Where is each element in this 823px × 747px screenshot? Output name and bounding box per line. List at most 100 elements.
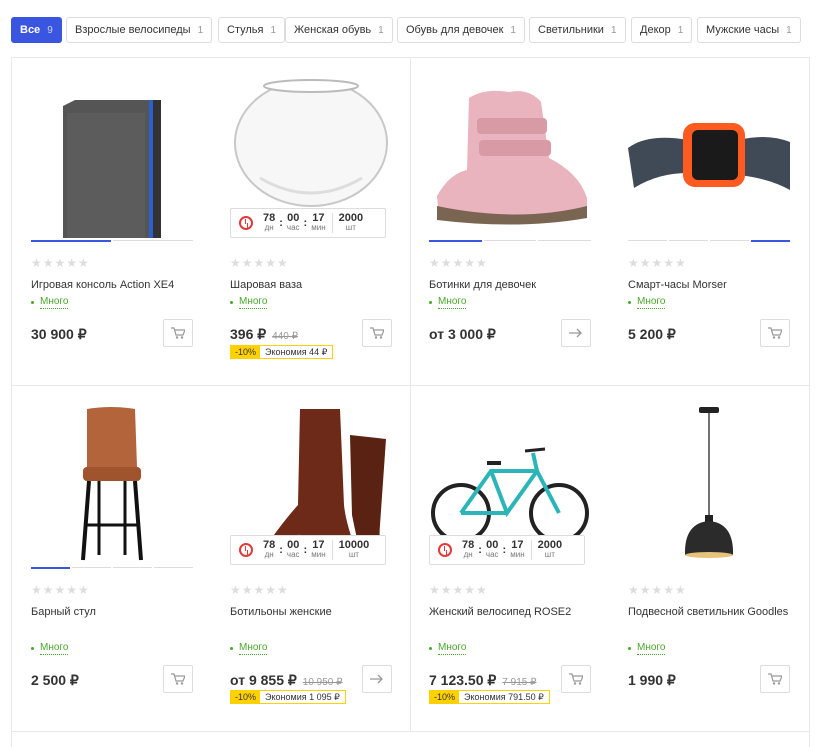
product-card[interactable]: 78 дн: 00 час: 17 мин 2000 шт ★★★★★ Шаровая … [211, 58, 411, 386]
game-console-icon[interactable] [31, 78, 193, 238]
tab-label: Все [20, 24, 41, 36]
stock-status[interactable]: Много [230, 296, 268, 309]
rating-stars: ★★★★★ [429, 256, 488, 270]
product-name[interactable]: Барный стул [31, 603, 201, 621]
countdown-timer: 78 дн: 00 час: 17 мин 10000 шт [230, 535, 386, 565]
stock-status[interactable]: Много [628, 642, 666, 655]
pendant-lamp-icon[interactable] [628, 405, 790, 565]
clock-icon [438, 543, 452, 557]
product-card[interactable]: 78 дн: 00 час: 17 мин 10000 шт ★★★★★ Ботильо… [211, 385, 411, 713]
tab-decor[interactable]: Декор 1 [631, 17, 693, 43]
product-card[interactable]: ★★★★★ Подвесной светильник Goodles Много… [609, 385, 809, 713]
rating-stars: ★★★★★ [628, 256, 687, 270]
stock-status[interactable]: Много [429, 296, 467, 309]
product-name[interactable]: Шаровая ваза [230, 276, 400, 294]
tab-lamps[interactable]: Светильники 1 [529, 17, 626, 43]
discount-badge: -10% Экономия 44 ₽ [230, 345, 334, 359]
product-name[interactable]: Женский велосипед ROSE2 [429, 603, 599, 621]
image-slider-dots[interactable] [31, 567, 193, 569]
product-name[interactable]: Ботильоны женские [230, 603, 400, 621]
tab-count: 1 [270, 24, 277, 36]
product-price: 396 ₽440 ₽ [230, 326, 298, 342]
rating-stars: ★★★★★ [31, 583, 90, 597]
product-price: 7 123.50 ₽7 915 ₽ [429, 672, 537, 688]
bar-stool-icon[interactable] [31, 405, 193, 565]
stock-status[interactable]: Много [230, 642, 268, 655]
cart-icon [171, 327, 185, 339]
arrow-right-icon [370, 674, 383, 684]
boot-icon[interactable] [429, 78, 591, 238]
image-slider-dots[interactable] [429, 240, 592, 242]
tab-mens-watches[interactable]: Мужские часы 1 [697, 17, 801, 43]
stock-status[interactable]: Много [429, 642, 467, 655]
tab-count: 1 [197, 24, 204, 36]
countdown-timer: 78 дн: 00 час: 17 мин 2000 шт [429, 535, 585, 565]
catalog-page: Все 9 Взрослые велосипеды 1 Стулья 1 Женска… [0, 0, 823, 747]
tab-label: Женская обувь [294, 24, 372, 36]
rating-stars: ★★★★★ [628, 583, 687, 597]
tab-adult-bicycles[interactable]: Взрослые велосипеды 1 [66, 17, 213, 43]
product-card[interactable]: ★★★★★ Игровая консоль Action XE4 Много 3… [12, 58, 212, 386]
product-price: 30 900 ₽ [31, 326, 87, 342]
product-price: от 9 855 ₽10 950 ₽ [230, 672, 343, 688]
tab-chairs[interactable]: Стулья 1 [218, 17, 286, 43]
product-card[interactable]: ★★★★★ Барный стул Много 2 500 ₽ [12, 385, 212, 713]
countdown-timer: 78 дн: 00 час: 17 мин 2000 шт [230, 208, 386, 238]
cart-icon [171, 673, 185, 685]
add-to-cart-button[interactable] [561, 665, 591, 693]
old-price: 7 915 ₽ [502, 677, 537, 688]
old-price: 10 950 ₽ [302, 677, 343, 688]
product-price: 1 990 ₽ [628, 672, 676, 688]
stock-status[interactable]: Много [31, 642, 69, 655]
view-options-button[interactable] [561, 319, 591, 347]
product-card[interactable]: 78 дн: 00 час: 17 мин 2000 шт ★★★★★ Женский … [410, 385, 610, 713]
stock-status[interactable]: Много [628, 296, 666, 309]
tab-label: Мужские часы [706, 24, 780, 36]
rating-stars: ★★★★★ [429, 583, 488, 597]
add-to-cart-button[interactable] [760, 665, 790, 693]
add-to-cart-button[interactable] [163, 665, 193, 693]
tab-label: Стулья [227, 24, 264, 36]
grid-divider [12, 731, 809, 732]
product-price: от 3 000 ₽ [429, 326, 496, 342]
product-grid: ★★★★★ Игровая консоль Action XE4 Много 3… [11, 57, 810, 747]
add-to-cart-button[interactable] [760, 319, 790, 347]
old-price: 440 ₽ [272, 331, 298, 342]
cart-icon [569, 673, 583, 685]
product-card[interactable]: ★★★★★ Ботинки для девочек Много от 3 000… [410, 58, 610, 386]
image-slider-dots[interactable] [628, 240, 790, 242]
product-price: 2 500 ₽ [31, 672, 79, 688]
view-options-button[interactable] [362, 665, 392, 693]
product-name[interactable]: Ботинки для девочек [429, 276, 599, 294]
tab-womens-shoes[interactable]: Женская обувь 1 [285, 17, 393, 43]
tab-label: Взрослые велосипеды [75, 24, 191, 36]
tab-label: Декор [640, 24, 671, 36]
cart-icon [768, 327, 782, 339]
discount-badge: -10% Экономия 1 095 ₽ [230, 690, 346, 704]
stock-status[interactable]: Много [31, 296, 69, 309]
rating-stars: ★★★★★ [230, 583, 289, 597]
product-name[interactable]: Смарт-часы Morser [628, 276, 798, 294]
tab-count: 1 [378, 24, 384, 36]
rating-stars: ★★★★★ [230, 256, 289, 270]
product-name[interactable]: Игровая консоль Action XE4 [31, 276, 201, 294]
cart-icon [768, 673, 782, 685]
clock-icon [239, 216, 253, 230]
tab-label: Светильники [538, 24, 604, 36]
product-price: 5 200 ₽ [628, 326, 676, 342]
add-to-cart-button[interactable] [163, 319, 193, 347]
smartwatch-icon[interactable] [628, 78, 790, 238]
tab-count: 1 [677, 24, 684, 36]
product-name[interactable]: Подвесной светильник Goodles [628, 603, 798, 621]
tab-count: 9 [47, 24, 53, 36]
tab-label: Обувь для девочек [406, 24, 504, 36]
tab-count: 1 [610, 24, 617, 36]
image-slider-dots[interactable] [31, 240, 193, 242]
tab-all[interactable]: Все 9 [11, 17, 62, 43]
cart-icon [370, 327, 384, 339]
tab-count: 1 [510, 24, 516, 36]
tab-girls-shoes[interactable]: Обувь для девочек 1 [397, 17, 525, 43]
add-to-cart-button[interactable] [362, 319, 392, 347]
discount-badge: -10% Экономия 791.50 ₽ [429, 690, 550, 704]
product-card[interactable]: ★★★★★ Смарт-часы Morser Много 5 200 ₽ [609, 58, 809, 386]
